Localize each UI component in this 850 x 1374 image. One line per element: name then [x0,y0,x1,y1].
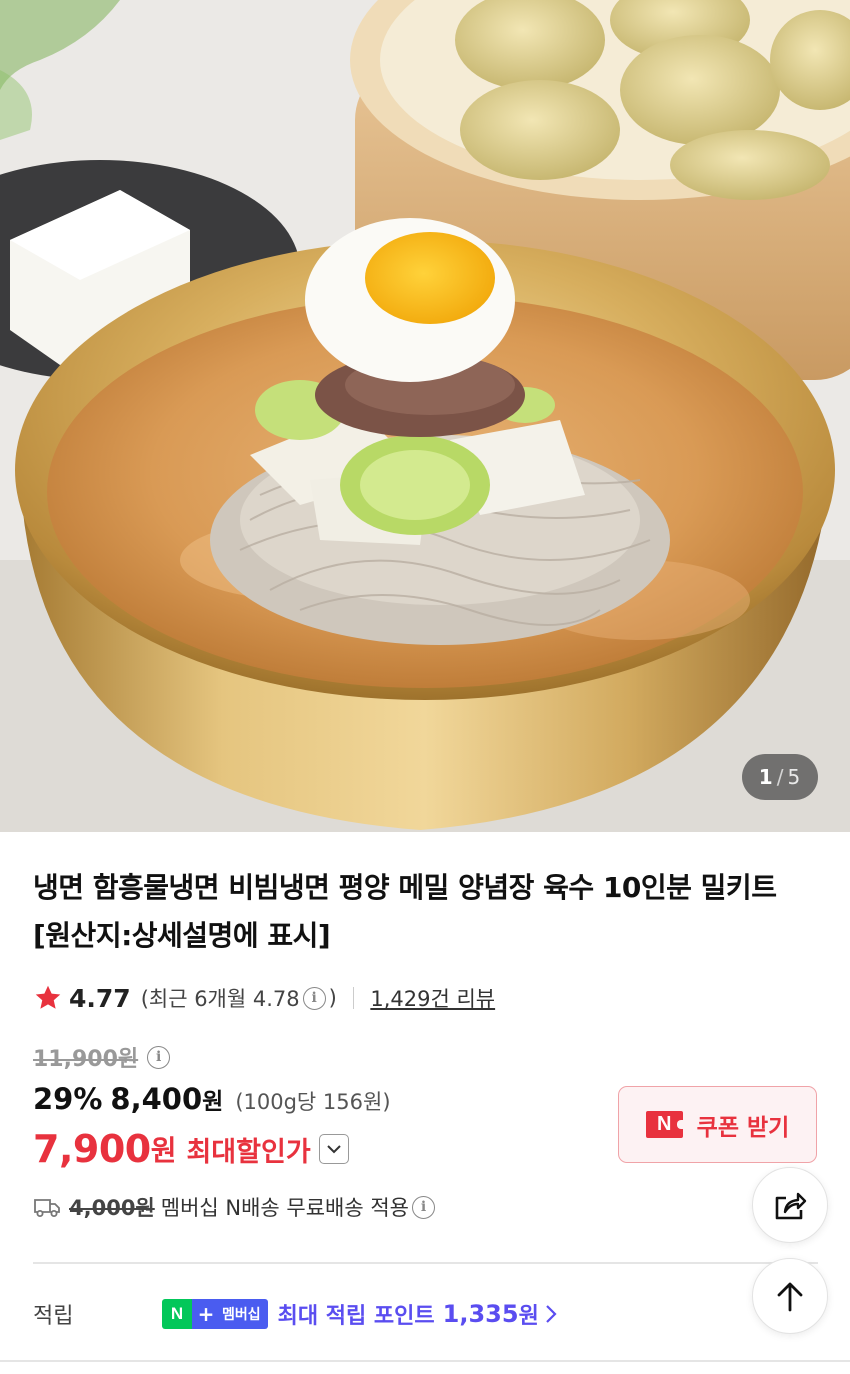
truck-icon [34,1199,60,1217]
membership-badge: N + 멤버십 [162,1299,268,1329]
points-label: 적립 [33,1304,74,1329]
original-price: 11,900원 [33,1047,139,1072]
recent-rating: (최근 6개월 4.78 [140,987,300,1011]
coupon-label: 쿠폰 받기 [696,1114,790,1141]
sale-price: 8,400 [110,1082,203,1116]
image-counter-current: 1 [758,765,774,789]
coupon-n-badge: N [645,1111,684,1138]
max-discount-row: 7,900 원 최대할인가 [33,1124,349,1174]
review-count-link[interactable]: 1,429건 리뷰 [370,983,495,1013]
max-discount-label: 최대할인가 [186,1136,311,1168]
share-icon [775,1192,807,1220]
section-divider [33,1262,818,1264]
arrow-up-icon [777,1282,803,1312]
coupon-button[interactable]: N 쿠폰 받기 [618,1086,817,1163]
membership-badge-text: 멤버십 [220,1299,268,1329]
chevron-right-icon [546,1305,557,1323]
shipping-row: 4,000원 멤버십 N배송 무료배송 적용 i [33,1190,438,1224]
max-discount-price: 7,900 [33,1127,151,1171]
discount-rate: 29% [33,1082,103,1116]
membership-badge-plus: + [192,1299,220,1329]
star-icon [35,985,61,1009]
max-discount-won: 원 [150,1134,177,1167]
shipping-original-fee: 4,000원 [69,1196,155,1220]
image-counter: 1 / 5 [742,754,818,800]
shipping-info-icon[interactable]: i [412,1195,436,1219]
membership-badge-n: N [162,1299,192,1329]
rating-value: 4.77 [69,983,131,1013]
points-won: 원 [518,1304,539,1329]
sale-price-row: 29% 8,400 원 (100g당 156원) [33,1082,391,1122]
recent-rating-close: ) [328,986,337,1010]
chevron-down-icon [326,1145,341,1154]
points-value: 1,335 [442,1300,519,1328]
sale-price-won: 원 [202,1089,224,1115]
points-text: 최대 적립 포인트 [277,1304,435,1329]
points-row[interactable]: 적립 N + 멤버십 최대 적립 포인트 1,335 원 [33,1294,557,1334]
unit-price: (100g당 156원) [235,1090,391,1114]
image-counter-total: 5 [787,765,802,789]
product-title: 냉면 함흥물냉면 비빔냉면 평양 메밀 양념장 육수 10인분 밀키트 [원산지… [33,871,777,952]
price-info-icon[interactable]: i [147,1045,171,1069]
info-icon[interactable]: i [302,986,326,1010]
share-button[interactable] [752,1167,828,1243]
max-discount-toggle[interactable] [318,1134,349,1164]
image-counter-separator: / [776,765,785,789]
shipping-text: 멤버십 N배송 무료배송 적용 [160,1196,410,1220]
bottom-divider [0,1360,850,1362]
original-price-row: 11,900원 i [33,1040,173,1074]
product-image[interactable]: 1 / 5 [0,0,850,832]
rating-row: 4.77 (최근 6개월 4.78 i ) 1,429건 리뷰 [33,980,495,1016]
scroll-top-button[interactable] [752,1258,828,1334]
divider [352,987,355,1009]
naengmyeon-bowl-photo [0,0,850,832]
